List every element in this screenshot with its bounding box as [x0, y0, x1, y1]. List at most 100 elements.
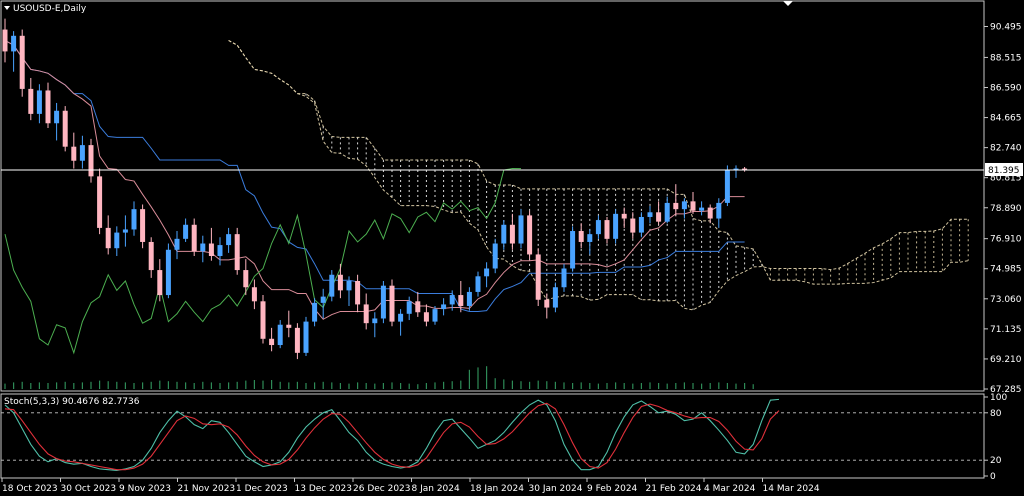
candle-body	[294, 327, 300, 353]
shift-marker-icon[interactable]	[783, 1, 793, 6]
candle-body	[226, 234, 232, 246]
candle-body	[243, 270, 249, 288]
time-tick-label: 9 Feb 2024	[587, 484, 638, 494]
candle-body	[578, 231, 584, 242]
time-tick-label: 30 Oct 2023	[61, 484, 117, 494]
current-price-tag: 81.395	[988, 166, 1020, 176]
price-tick-label: 86.590	[990, 83, 1022, 93]
candle-body	[724, 170, 730, 203]
time-tick-label: 14 Mar 2024	[763, 484, 820, 494]
candle-body	[707, 207, 713, 219]
candle-body	[458, 295, 464, 306]
candle-body	[2, 29, 8, 52]
candle-body	[595, 220, 601, 235]
candle-body	[114, 232, 120, 249]
stoch-tick-label: 80	[990, 409, 1002, 419]
candle-body	[716, 202, 722, 219]
candle-body	[604, 220, 610, 239]
time-tick-label: 8 Jan 2024	[412, 484, 460, 494]
candle-body	[389, 285, 395, 322]
candle-body	[200, 243, 206, 252]
candle-body	[613, 213, 619, 239]
candle-body	[518, 215, 524, 244]
candle-body	[131, 209, 137, 230]
chart-title: USOUSD-E,Daily	[13, 4, 87, 14]
candle-body	[621, 213, 627, 219]
price-tick-label: 84.665	[990, 114, 1022, 124]
candle-body	[71, 146, 77, 161]
candle-body	[664, 202, 670, 222]
candle-body	[312, 302, 318, 322]
candle-body	[191, 224, 197, 252]
time-tick-label: 1 Dec 2023	[236, 484, 288, 494]
time-tick-label: 21 Feb 2024	[646, 484, 702, 494]
candle-body	[509, 224, 515, 244]
chart-canvas[interactable]: 90.49588.51586.59084.66582.74080.81578.8…	[0, 0, 1024, 496]
stoch-panel-frame	[0, 393, 985, 479]
time-axis: 18 Oct 2023 30 Oct 2023 9 Nov 2023 21 Nov 2…	[1, 478, 820, 494]
candle-body	[19, 35, 25, 89]
price-tick-label: 71.135	[990, 325, 1022, 335]
time-tick-label: 9 Nov 2023	[119, 484, 171, 494]
candle-body	[372, 318, 378, 324]
chart-window[interactable]: 90.495 88.515 86.590 84.665 82.740 80.815 78.8…	[0, 0, 1024, 496]
price-tick-label: 78.890	[990, 204, 1022, 214]
candle-body	[45, 90, 51, 124]
candle-body	[260, 301, 266, 339]
candle-body	[415, 301, 421, 313]
candle-body	[699, 207, 705, 211]
price-axis: 90.49588.51586.59084.66582.74080.81578.8…	[984, 23, 1022, 395]
time-tick-label: 4 Mar 2024	[704, 484, 756, 494]
candle-body	[535, 254, 541, 300]
candle-body	[423, 312, 429, 322]
candle-body	[587, 234, 593, 242]
ichimoku-lines	[4, 40, 745, 355]
candle-body	[630, 218, 636, 233]
price-tick-label: 69.210	[990, 355, 1022, 365]
stoch-tick-label: 20	[990, 456, 1002, 466]
candle-body	[79, 145, 85, 161]
candle-body	[165, 249, 171, 296]
candles	[2, 18, 748, 360]
stoch-tick-label: 0	[990, 472, 996, 482]
candle-body	[544, 299, 550, 308]
candle-body	[286, 324, 292, 328]
candle-body	[346, 281, 352, 291]
candle-body	[355, 281, 361, 305]
candle-body	[269, 338, 275, 346]
candle-body	[208, 243, 214, 257]
senkou-span-b	[228, 40, 969, 285]
tenkan-sen	[4, 40, 745, 320]
candle-body	[561, 268, 567, 288]
candle-body	[329, 274, 335, 297]
candle-body	[647, 212, 653, 217]
candle-body	[656, 212, 662, 222]
candle-body	[449, 295, 455, 305]
menu-triangle-icon[interactable]	[4, 6, 10, 10]
time-tick-label: 18 Oct 2023	[2, 484, 58, 494]
candle-body	[62, 110, 68, 147]
candle-body	[157, 270, 163, 296]
time-tick-label: 30 Jan 2024	[529, 484, 583, 494]
time-tick-label: 18 Jan 2024	[470, 484, 524, 494]
candle-body	[28, 88, 34, 114]
candle-body	[303, 321, 309, 353]
candle-body	[148, 241, 154, 271]
candle-body	[97, 176, 103, 228]
candle-body	[638, 216, 644, 233]
price-tick-label: 90.495	[990, 23, 1022, 33]
candle-body	[234, 234, 240, 271]
price-tick-label: 73.060	[990, 295, 1022, 305]
candle-body	[251, 287, 257, 302]
candle-body	[54, 110, 60, 124]
candle-body	[484, 268, 490, 277]
stoch-line-d	[4, 402, 780, 471]
candle-body	[277, 324, 283, 346]
stochastic-panel: 100 80 20 0	[1, 393, 1007, 482]
candle-body	[552, 287, 558, 308]
candle-body	[337, 274, 343, 291]
candle-body	[466, 291, 472, 306]
candle-body	[432, 309, 438, 322]
time-tick-label: 13 Dec 2023	[295, 484, 353, 494]
candle-body	[11, 35, 17, 52]
